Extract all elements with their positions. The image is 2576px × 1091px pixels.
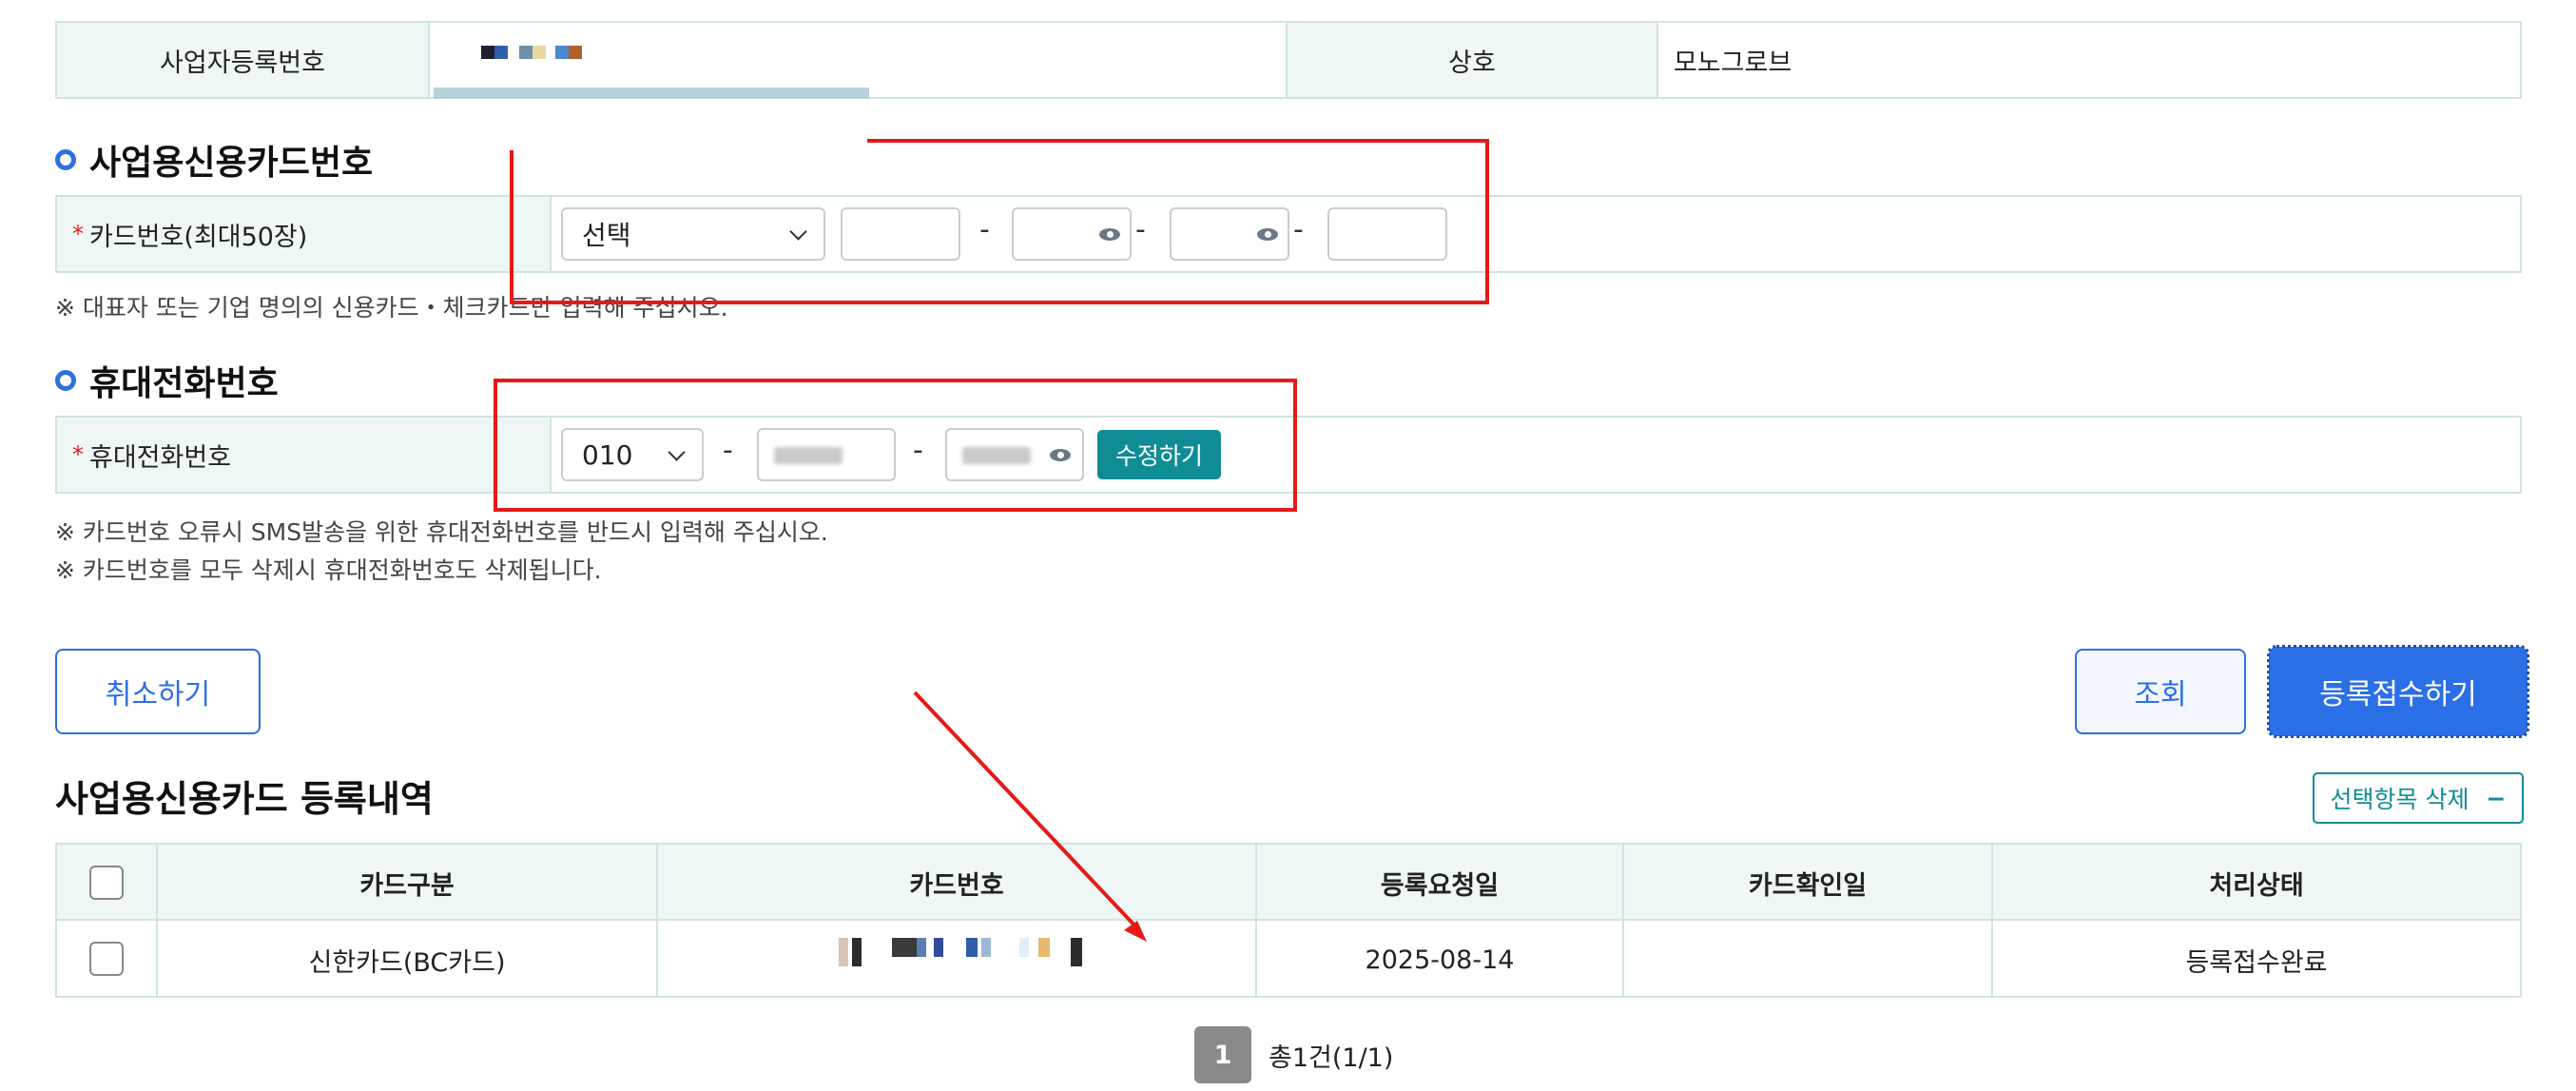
annotation-arrow — [913, 691, 1147, 942]
